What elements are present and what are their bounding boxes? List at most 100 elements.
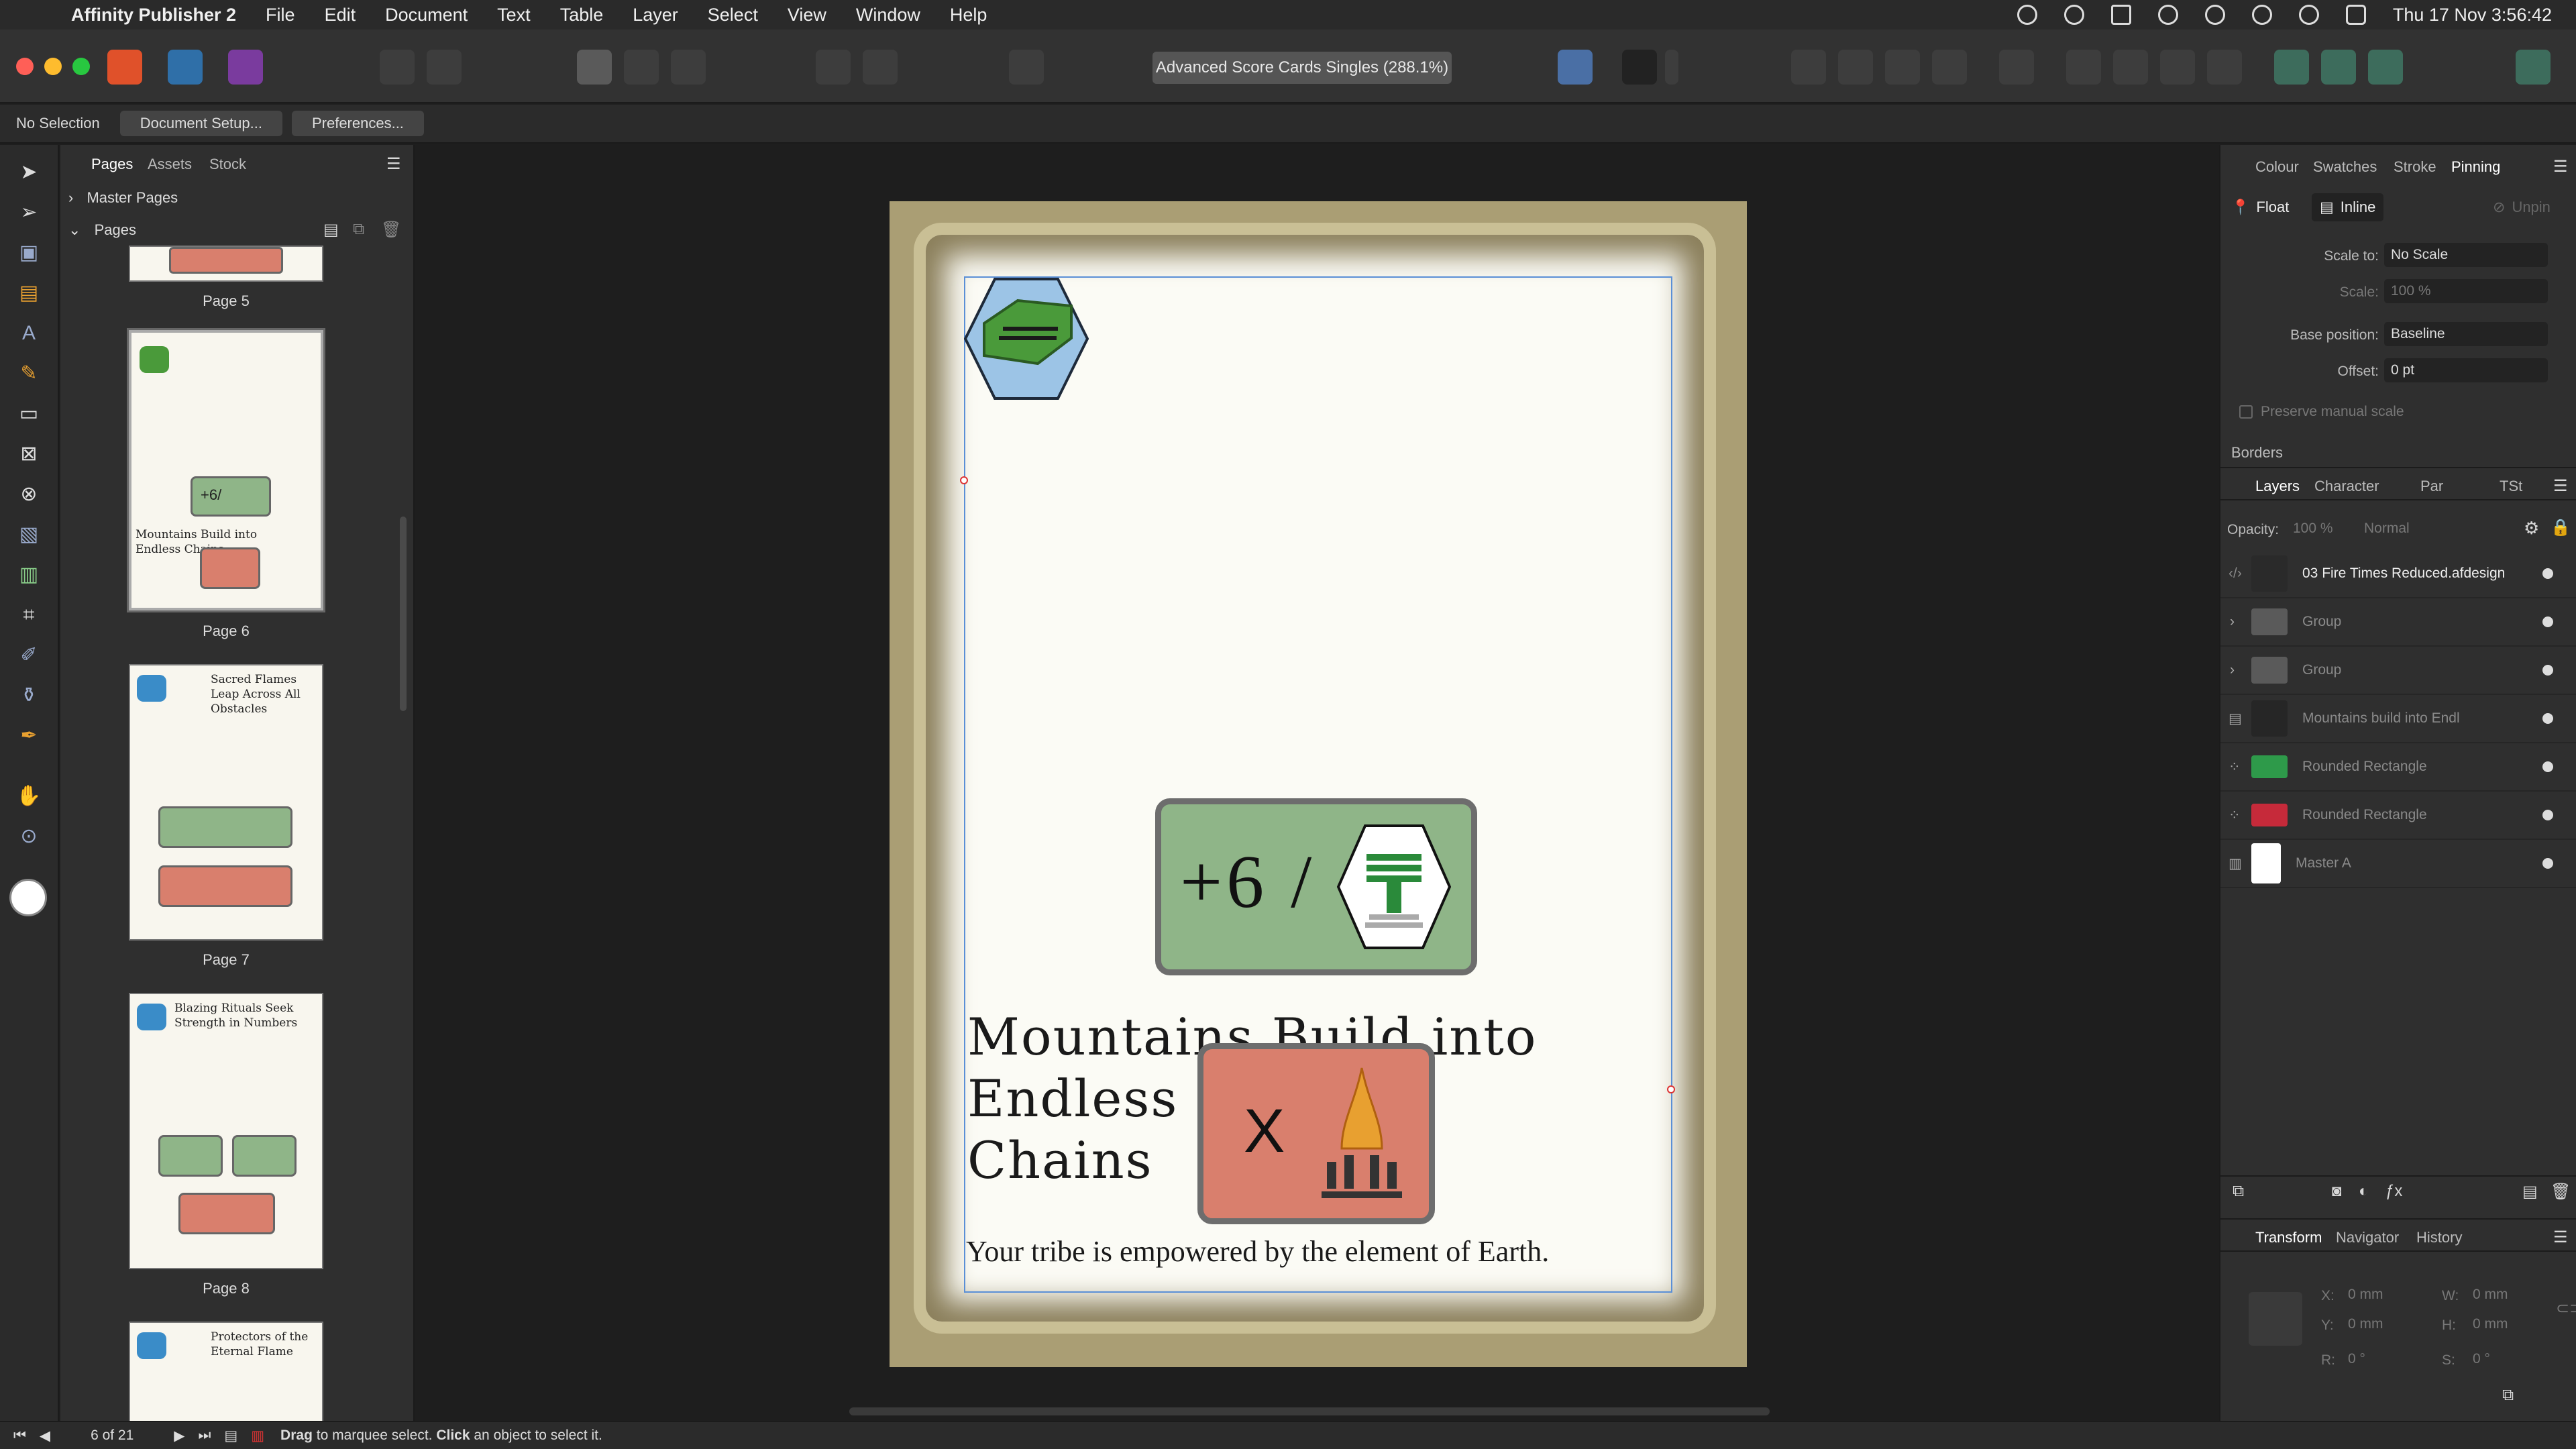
menu-text[interactable]: Text: [497, 5, 531, 25]
boolean-intersect-icon[interactable]: [2368, 50, 2403, 85]
table-of-contents-tool-icon[interactable]: ▥: [15, 561, 43, 589]
transform-options-icon[interactable]: ⧉: [2502, 1386, 2514, 1405]
picture-frame-tool-icon[interactable]: ⊠: [15, 440, 43, 468]
blend-mode-select[interactable]: Normal: [2357, 517, 2505, 541]
snapping-icon[interactable]: [427, 50, 462, 85]
panel-menu-icon[interactable]: ☰: [2553, 1228, 2568, 1247]
headphones-icon[interactable]: [2063, 5, 2084, 25]
tab-colour[interactable]: Colour: [2255, 158, 2299, 176]
layer-row[interactable]: ▥ Master A: [2220, 840, 2576, 888]
move-tool-icon[interactable]: ➤: [15, 158, 43, 186]
rotate-right-icon[interactable]: [2207, 50, 2242, 85]
flip-vertical-icon[interactable]: [2113, 50, 2148, 85]
frame-text-tool-icon[interactable]: ▣: [15, 239, 43, 267]
visibility-dot[interactable]: [2542, 616, 2553, 627]
artistic-text-tool-icon[interactable]: A: [15, 319, 43, 347]
visibility-dot[interactable]: [2542, 665, 2553, 676]
layer-row[interactable]: ▤ Mountains build into Endl: [2220, 695, 2576, 743]
align-left-icon[interactable]: [1999, 50, 2034, 85]
page-thumbnail-9[interactable]: Protectors of the Eternal Flame: [129, 1322, 323, 1421]
keyboard-icon[interactable]: [2110, 5, 2131, 25]
fill-color-swatch[interactable]: [9, 879, 47, 916]
wifi-icon[interactable]: [2204, 5, 2225, 25]
unpin-button[interactable]: ⊘ Unpin: [2493, 193, 2551, 221]
spread-view-icon[interactable]: ▤: [224, 1428, 237, 1444]
menu-layer[interactable]: Layer: [633, 5, 678, 25]
page-thumbnail-8[interactable]: Blazing Rituals Seek Strength in Numbers: [129, 993, 323, 1269]
layer-row[interactable]: ⁘ Rounded Rectangle: [2220, 792, 2576, 840]
node-tool-icon[interactable]: ➢: [15, 199, 43, 227]
layer-options-icon[interactable]: ⧉: [2233, 1182, 2244, 1201]
settings-gear-icon[interactable]: [380, 50, 415, 85]
visibility-dot[interactable]: [2542, 858, 2553, 869]
menu-edit[interactable]: Edit: [325, 5, 356, 25]
text-wrap-icon[interactable]: [863, 50, 898, 85]
transform-r-field[interactable]: 0 °: [2341, 1347, 2422, 1371]
layer-row[interactable]: › Group: [2220, 647, 2576, 695]
fx-icon[interactable]: ƒx: [2385, 1182, 2402, 1201]
photo-persona-icon[interactable]: [228, 50, 263, 85]
menu-select[interactable]: Select: [708, 5, 758, 25]
view-mode-icon[interactable]: [577, 50, 612, 85]
color-picker-tool-icon[interactable]: ✐: [15, 641, 43, 669]
designer-persona-icon[interactable]: [168, 50, 203, 85]
base-position-select[interactable]: Baseline: [2384, 322, 2548, 346]
play-icon[interactable]: [2017, 5, 2037, 25]
tab-layers[interactable]: Layers: [2255, 478, 2300, 495]
transform-x-field[interactable]: 0 mm: [2341, 1283, 2422, 1307]
delete-page-icon[interactable]: 🗑: [381, 220, 401, 239]
menu-file[interactable]: File: [266, 5, 295, 25]
bluetooth-icon[interactable]: [2157, 5, 2178, 25]
page-thumbnail-5[interactable]: [129, 246, 323, 282]
mask-icon[interactable]: ◙: [2332, 1182, 2342, 1201]
borders-section[interactable]: Borders: [2231, 444, 2283, 462]
app-name-menu[interactable]: Affinity Publisher 2: [71, 5, 236, 25]
float-button[interactable]: 📍 Float: [2231, 193, 2289, 221]
transparency-tool-icon[interactable]: ✒: [15, 722, 43, 750]
tab-transform[interactable]: Transform: [2255, 1229, 2322, 1246]
layer-settings-gear-icon[interactable]: ⚙: [2524, 518, 2539, 539]
zoom-window-button[interactable]: [72, 58, 90, 75]
menu-document[interactable]: Document: [385, 5, 468, 25]
panel-menu-icon[interactable]: ☰: [2553, 476, 2568, 496]
place-image-tool-icon[interactable]: ▧: [15, 521, 43, 549]
tab-stock[interactable]: Stock: [209, 156, 246, 173]
preserve-manual-scale-checkbox[interactable]: Preserve manual scale: [2239, 404, 2404, 420]
transform-w-field[interactable]: 0 mm: [2466, 1283, 2546, 1307]
adjustment-icon[interactable]: ◐: [2359, 1182, 2369, 1201]
scale-to-select[interactable]: No Scale: [2384, 243, 2548, 267]
page-indicator[interactable]: 6 of 21: [91, 1428, 133, 1444]
layer-row[interactable]: › Group: [2220, 598, 2576, 647]
tab-pinning[interactable]: Pinning: [2451, 158, 2500, 176]
pen-tool-icon[interactable]: ✎: [15, 360, 43, 388]
menu-help[interactable]: Help: [950, 5, 987, 25]
preferences-button[interactable]: Preferences...: [291, 111, 424, 136]
rectangle-tool-icon[interactable]: ▭: [15, 400, 43, 428]
control-center-icon[interactable]: [2345, 5, 2366, 25]
arrange-backmost-icon[interactable]: [1932, 50, 1967, 85]
menu-view[interactable]: View: [788, 5, 826, 25]
page-thumbnail-7[interactable]: Sacred Flames Leap Across All Obstacles: [129, 664, 323, 941]
canvas-horizontal-scrollbar[interactable]: [849, 1407, 1770, 1415]
tab-character[interactable]: Character: [2314, 478, 2379, 495]
user-account-icon[interactable]: [2516, 50, 2551, 85]
anchor-point-selector[interactable]: [2249, 1292, 2302, 1346]
pin-icon[interactable]: [816, 50, 851, 85]
arrange-front-icon[interactable]: [1791, 50, 1826, 85]
arrange-forward-icon[interactable]: [1838, 50, 1873, 85]
add-page-icon[interactable]: ▤: [323, 220, 339, 239]
zoom-tool-icon[interactable]: ⊙: [15, 822, 43, 851]
visibility-dot[interactable]: [2542, 568, 2553, 579]
chevron-right-icon[interactable]: ›: [2230, 614, 2235, 630]
transform-h-field[interactable]: 0 mm: [2466, 1312, 2546, 1336]
fill-tool-icon[interactable]: ⚱: [15, 682, 43, 710]
previous-page-icon[interactable]: ◀: [40, 1428, 50, 1444]
document-setup-button[interactable]: Document Setup...: [119, 111, 282, 136]
first-page-icon[interactable]: ⏮: [13, 1428, 26, 1444]
color-picker-icon[interactable]: [1622, 50, 1657, 85]
chevron-right-icon[interactable]: ›: [2230, 662, 2235, 678]
minimize-window-button[interactable]: [44, 58, 62, 75]
tab-swatches[interactable]: Swatches: [2313, 158, 2377, 176]
tab-stroke[interactable]: Stroke: [2394, 158, 2436, 176]
tab-assets[interactable]: Assets: [148, 156, 192, 173]
